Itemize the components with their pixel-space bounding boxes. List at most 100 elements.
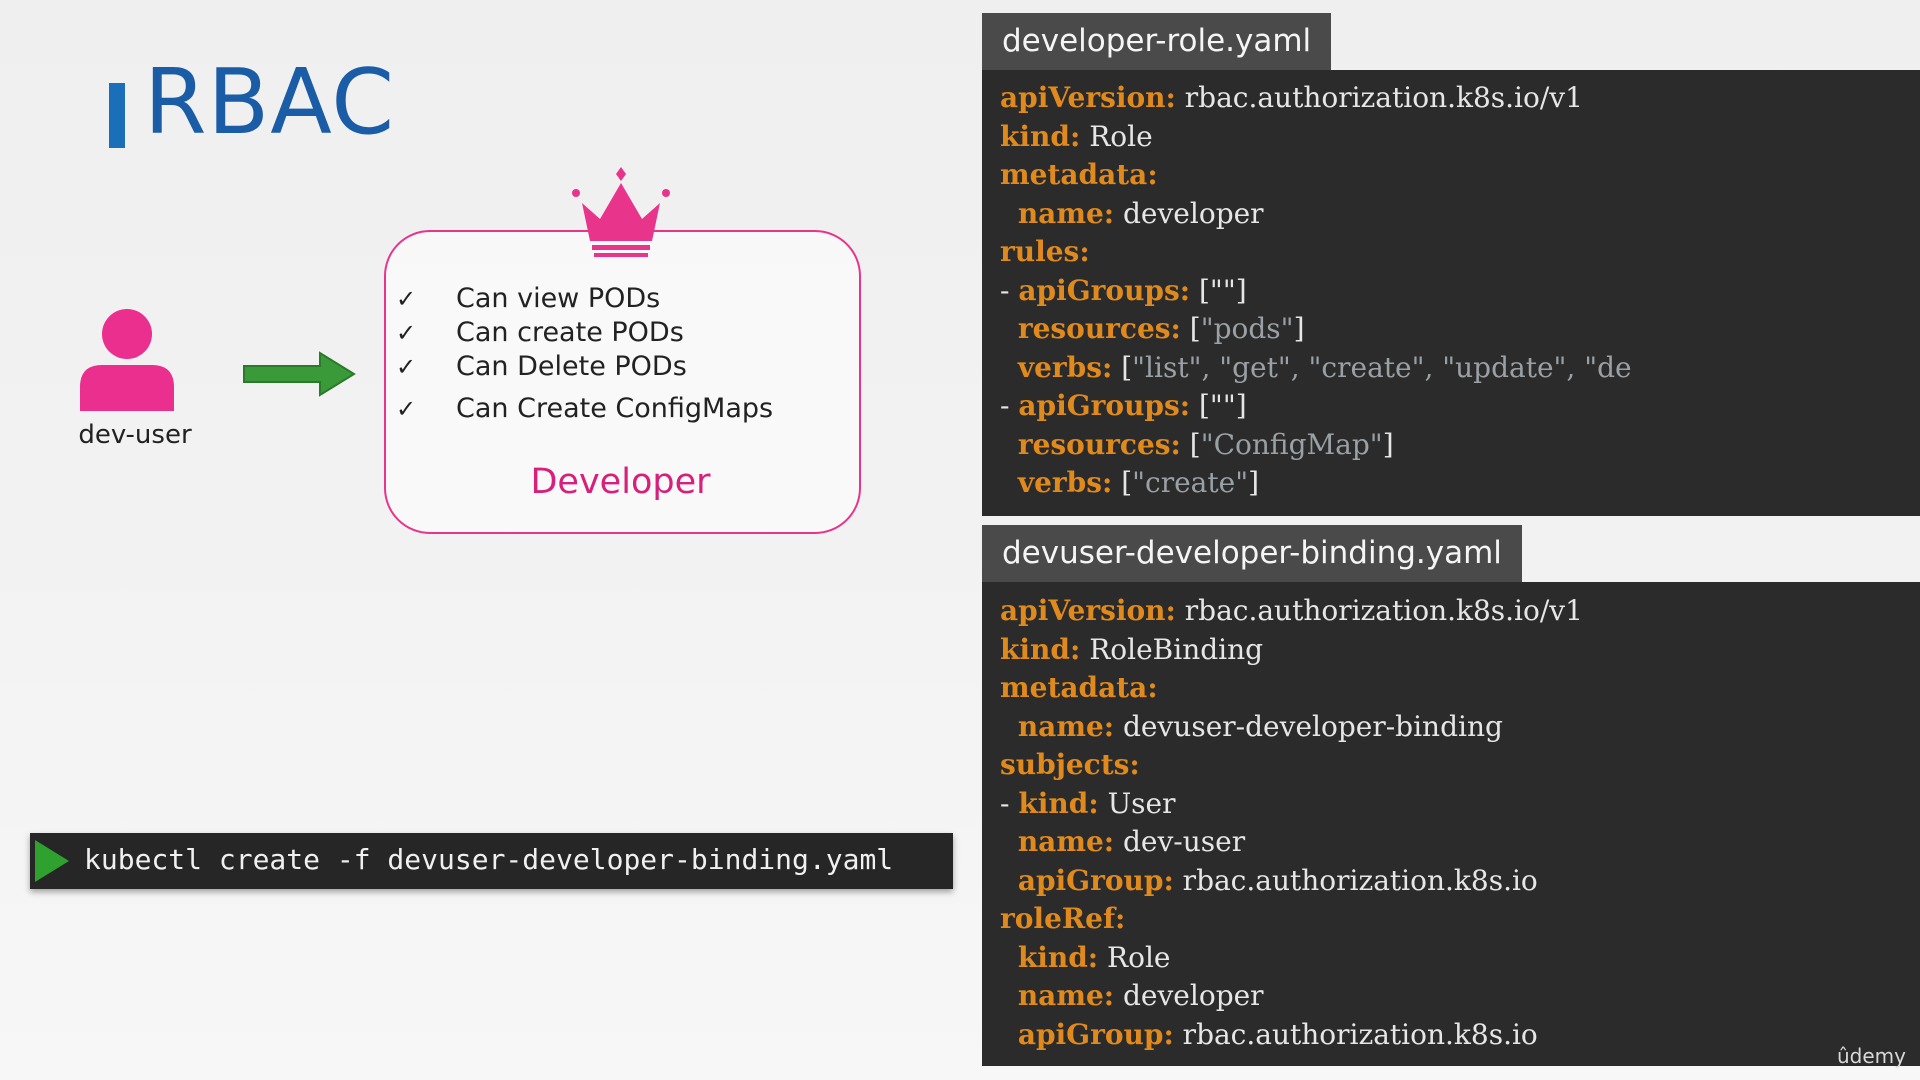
- permission-item: ✓ Can Delete PODs: [396, 351, 687, 382]
- code-line: apiVersion: rbac.authorization.k8s.io/v1: [1000, 592, 1583, 631]
- yaml-value: User: [1098, 786, 1176, 820]
- yaml-key: verbs:: [1017, 466, 1113, 499]
- watermark-logo: ûdemy: [1837, 1044, 1906, 1068]
- user-silhouette-icon: [80, 309, 174, 411]
- yaml-key: name:: [1017, 196, 1115, 230]
- check-icon: ✓: [396, 285, 417, 313]
- code-line: roleRef:: [1000, 900, 1583, 939]
- yaml-key: kind:: [1018, 786, 1099, 820]
- code-block-role: apiVersion: rbac.authorization.k8s.io/v1…: [1000, 79, 1632, 503]
- play-triangle-icon: [35, 840, 69, 882]
- yaml-key: metadata:: [1000, 158, 1158, 191]
- code-line: name: dev-user: [1000, 823, 1583, 862]
- yaml-key: resources:: [1017, 427, 1181, 461]
- code-line: name: developer: [1000, 195, 1632, 234]
- code-line: subjects:: [1000, 746, 1583, 785]
- code-line: kind: Role: [1000, 118, 1632, 157]
- code-line: metadata:: [1000, 669, 1583, 708]
- permission-item: ✓ Can view PODs: [396, 283, 661, 314]
- yaml-key: resources:: [1017, 312, 1181, 345]
- permission-item: ✓ Can Create ConfigMaps: [396, 393, 774, 424]
- yaml-key: apiVersion:: [1000, 594, 1176, 627]
- yaml-value: [1000, 710, 1018, 743]
- command-text: kubectl create -f devuser-developer-bind…: [84, 843, 894, 876]
- yaml-value: [""]: [1190, 389, 1247, 422]
- yaml-value: [""]: [1190, 273, 1247, 307]
- yaml-key: kind:: [1000, 119, 1081, 153]
- yaml-key: apiGroups:: [1018, 389, 1191, 422]
- code-block-binding: apiVersion: rbac.authorization.k8s.io/v1…: [1000, 592, 1583, 1054]
- yaml-value: [: [1112, 350, 1133, 384]
- code-line: resources: ["pods"]: [1000, 310, 1632, 349]
- yaml-value: -: [1000, 389, 1019, 422]
- role-name: Developer: [530, 462, 711, 502]
- yaml-value: [1000, 466, 1018, 499]
- yaml-value: [1000, 864, 1018, 897]
- yaml-value: -: [1000, 786, 1019, 820]
- code-line: resources: ["ConfigMap"]: [1000, 426, 1632, 465]
- yaml-value: rbac.authorization.k8s.io: [1173, 863, 1538, 897]
- yaml-key: kind:: [1017, 940, 1099, 974]
- yaml-value: [1000, 979, 1018, 1012]
- code-line: rules:: [1000, 233, 1632, 272]
- yaml-value: [1000, 428, 1018, 461]
- yaml-value: dev-user: [1114, 825, 1246, 858]
- yaml-key: apiGroups:: [1018, 273, 1191, 307]
- yaml-value: [1000, 351, 1018, 384]
- yaml-key: name:: [1017, 979, 1115, 1012]
- code-panel-binding: apiVersion: rbac.authorization.k8s.io/v1…: [982, 582, 1920, 1066]
- yaml-value: [: [1112, 466, 1133, 499]
- command-bar: kubectl create -f devuser-developer-bind…: [30, 833, 953, 889]
- code-line: - apiGroups: [""]: [1000, 387, 1632, 426]
- yaml-key: rules:: [1000, 235, 1090, 268]
- yaml-value: ]: [1293, 312, 1305, 345]
- user-label: dev-user: [78, 420, 192, 450]
- code-line: - kind: User: [1000, 785, 1583, 824]
- code-line: apiVersion: rbac.authorization.k8s.io/v1: [1000, 79, 1632, 118]
- code-line: kind: Role: [1000, 939, 1583, 978]
- yaml-key: apiVersion:: [1000, 81, 1176, 114]
- yaml-key: kind:: [1000, 632, 1081, 666]
- check-icon: ✓: [396, 353, 417, 381]
- code-line: name: devuser-developer-binding: [1000, 708, 1583, 747]
- title-accent-bar: [109, 83, 125, 148]
- code-line: - apiGroups: [""]: [1000, 272, 1632, 311]
- yaml-value: Role: [1098, 940, 1171, 974]
- yaml-value: -: [1000, 273, 1019, 307]
- yaml-key: metadata:: [1000, 671, 1158, 704]
- yaml-key: verbs:: [1017, 350, 1113, 384]
- yaml-value: [1000, 197, 1018, 230]
- yaml-value: devuser-developer-binding: [1114, 709, 1503, 743]
- check-icon: ✓: [396, 319, 417, 347]
- yaml-value: [1000, 1018, 1018, 1051]
- yaml-value: rbac.authorization.k8s.io: [1173, 1017, 1538, 1051]
- code-line: verbs: ["create"]: [1000, 464, 1632, 503]
- code-line: verbs: ["list", "get", "create", "update…: [1000, 349, 1632, 388]
- file-tab-binding: devuser-developer-binding.yaml: [982, 525, 1522, 582]
- yaml-value: [: [1180, 427, 1201, 461]
- yaml-key: name:: [1017, 825, 1115, 858]
- yaml-value: [1000, 825, 1018, 858]
- code-line: apiGroup: rbac.authorization.k8s.io: [1000, 1016, 1583, 1055]
- yaml-value: "list", "get", "create", "update", "de: [1132, 350, 1632, 384]
- file-tab-role: developer-role.yaml: [982, 13, 1332, 70]
- yaml-key: apiGroup:: [1017, 1017, 1174, 1051]
- yaml-value: "ConfigMap": [1200, 427, 1383, 461]
- yaml-value: developer: [1114, 979, 1264, 1012]
- yaml-value: ]: [1382, 427, 1394, 461]
- yaml-value: developer: [1114, 196, 1264, 230]
- yaml-value: ]: [1248, 466, 1260, 499]
- yaml-key: roleRef:: [1000, 902, 1126, 935]
- yaml-value: rbac.authorization.k8s.io/v1: [1175, 81, 1583, 114]
- slide-title: RBAC: [144, 50, 396, 155]
- crown-icon: [572, 167, 670, 257]
- yaml-value: "pods": [1200, 312, 1294, 345]
- yaml-value: [1000, 312, 1018, 345]
- code-line: name: developer: [1000, 977, 1583, 1016]
- yaml-value: Role: [1080, 119, 1153, 153]
- check-icon: ✓: [396, 395, 417, 423]
- yaml-value: [1000, 941, 1018, 974]
- yaml-key: subjects:: [1000, 748, 1140, 781]
- code-line: kind: RoleBinding: [1000, 631, 1583, 670]
- code-line: metadata:: [1000, 156, 1632, 195]
